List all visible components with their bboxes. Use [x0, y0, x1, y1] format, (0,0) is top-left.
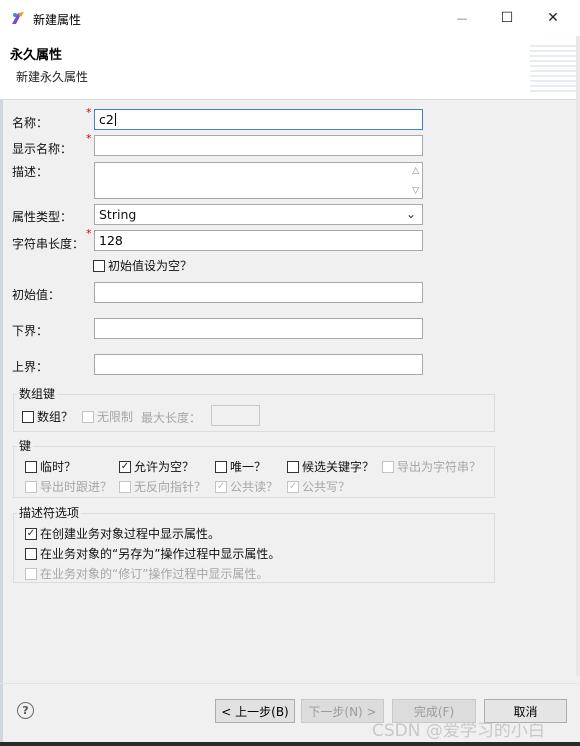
key-option-follow-on-export: 导出时跟进？: [25, 478, 112, 495]
initial-null-checkbox-row[interactable]: 初始值设为空？: [93, 257, 192, 274]
descriptor-checkbox[interactable]: ✓: [25, 527, 37, 540]
descriptor-checkbox: [25, 567, 37, 580]
initial-value-label: 初始值：: [12, 288, 61, 302]
unlimited-label: 无限制: [97, 410, 134, 424]
key-checkbox[interactable]: [215, 460, 227, 473]
type-select-value: String: [99, 207, 137, 222]
key-checkbox: ✓: [215, 480, 227, 493]
key-option-label: 导出为字符串？: [397, 460, 482, 474]
array-key-group-title: 数组键: [17, 385, 58, 402]
array-checkbox[interactable]: [22, 410, 34, 423]
key-option-no-back-pointer: 无反向指针？: [119, 478, 206, 495]
bottom-edge: [0, 742, 580, 746]
maximize-icon: ☐: [500, 10, 514, 26]
type-select[interactable]: String ⌄: [94, 204, 423, 225]
descriptor-option-create[interactable]: ✓ 在创建业务对象过程中显示属性。: [25, 525, 220, 542]
unlimited-checkbox-row: 无限制: [82, 408, 133, 425]
close-button[interactable]: ✕: [535, 6, 571, 30]
maximize-button[interactable]: ☐: [489, 6, 525, 30]
initial-null-checkbox[interactable]: [93, 259, 105, 272]
key-option-label: 临时？: [40, 460, 77, 474]
key-checkbox: [25, 480, 37, 493]
name-input[interactable]: c2: [94, 109, 423, 130]
name-input-value: c2: [99, 112, 114, 127]
key-option-label: 公共写？: [302, 480, 351, 494]
string-length-label: 字符串长度：: [12, 237, 85, 251]
back-button[interactable]: < 上一步(B): [215, 699, 295, 723]
chevron-down-icon: ⌄: [405, 207, 416, 221]
scroll-up-icon[interactable]: △: [412, 166, 419, 176]
key-checkbox[interactable]: ✓: [119, 460, 131, 473]
initial-null-label: 初始值设为空？: [108, 259, 193, 273]
string-length-input[interactable]: 128: [94, 230, 423, 251]
upper-bound-input[interactable]: [94, 354, 423, 375]
help-glyph: ?: [22, 704, 29, 717]
unlimited-checkbox: [82, 410, 94, 423]
window-title: 新建属性: [33, 13, 82, 27]
window-left-edge: [0, 0, 3, 746]
descriptor-option-revise: 在业务对象的“修订”操作过程中显示属性。: [25, 565, 268, 582]
descriptor-option-label: 在业务对象的“修订”操作过程中显示属性。: [40, 567, 269, 581]
minimize-button[interactable]: —: [444, 6, 480, 30]
descriptor-checkbox[interactable]: [25, 547, 37, 560]
key-checkbox[interactable]: [287, 460, 299, 473]
max-length-label: 最大长度：: [141, 411, 202, 425]
key-option-label: 唯一？: [230, 460, 267, 474]
display-name-label: 显示名称：: [12, 142, 73, 156]
key-option-temporary[interactable]: 临时？: [25, 458, 76, 475]
key-option-label: 无反向指针？: [134, 480, 207, 494]
description-textarea[interactable]: △ ▽: [94, 162, 423, 199]
page-subtitle: 新建永久属性: [16, 70, 89, 84]
key-option-candidate-key[interactable]: 候选关键字？: [287, 458, 374, 475]
max-length-input: [211, 405, 260, 426]
lower-bound-input[interactable]: [94, 318, 423, 339]
key-option-label: 导出时跟进？: [40, 480, 113, 494]
help-icon[interactable]: ?: [17, 702, 34, 719]
key-checkbox[interactable]: [25, 460, 37, 473]
key-option-label: 公共读？: [230, 480, 279, 494]
array-label: 数组？: [37, 410, 74, 424]
close-icon: ✕: [547, 10, 559, 26]
name-label: 名称：: [12, 116, 49, 130]
initial-value-input[interactable]: [94, 282, 423, 303]
key-option-unique[interactable]: 唯一？: [215, 458, 266, 475]
page-title: 永久属性: [10, 48, 63, 63]
lower-bound-label: 下界：: [12, 324, 49, 338]
key-option-export-as-string: 导出为字符串？: [382, 458, 481, 475]
key-option-label: 允许为空？: [134, 460, 195, 474]
key-checkbox: [382, 460, 394, 473]
array-checkbox-row[interactable]: 数组？: [22, 408, 73, 425]
description-label: 描述：: [12, 165, 49, 179]
watermark: CSDN @爱学习的小白: [372, 721, 545, 741]
descriptor-options-group-title: 描述符选项: [17, 504, 82, 521]
text-caret: [114, 113, 116, 126]
key-option-label: 候选关键字？: [302, 460, 375, 474]
upper-bound-label: 上界：: [12, 360, 49, 374]
display-name-input[interactable]: [94, 135, 423, 156]
type-label: 属性类型：: [12, 210, 73, 224]
key-option-public-read: ✓ 公共读？: [215, 478, 278, 495]
required-marker: *: [86, 132, 92, 145]
descriptor-option-save-as[interactable]: 在业务对象的“另存为”操作过程中显示属性。: [25, 545, 280, 562]
header-banner-graphic: [530, 42, 580, 92]
key-option-public-write: ✓ 公共写？: [287, 478, 350, 495]
key-group-title: 键: [17, 437, 34, 454]
key-checkbox: ✓: [287, 480, 299, 493]
footer-separator: [0, 683, 580, 684]
minimize-icon: —: [456, 11, 468, 25]
descriptor-option-label: 在创建业务对象过程中显示属性。: [40, 527, 221, 541]
descriptor-option-label: 在业务对象的“另存为”操作过程中显示属性。: [40, 547, 281, 561]
key-checkbox: [119, 480, 131, 493]
scroll-down-icon[interactable]: ▽: [412, 186, 419, 196]
required-marker: *: [86, 106, 92, 119]
window-right-edge: [576, 36, 580, 676]
key-option-allow-null[interactable]: ✓ 允许为空？: [119, 458, 194, 475]
app-icon: [10, 10, 26, 26]
required-marker: *: [86, 227, 92, 240]
